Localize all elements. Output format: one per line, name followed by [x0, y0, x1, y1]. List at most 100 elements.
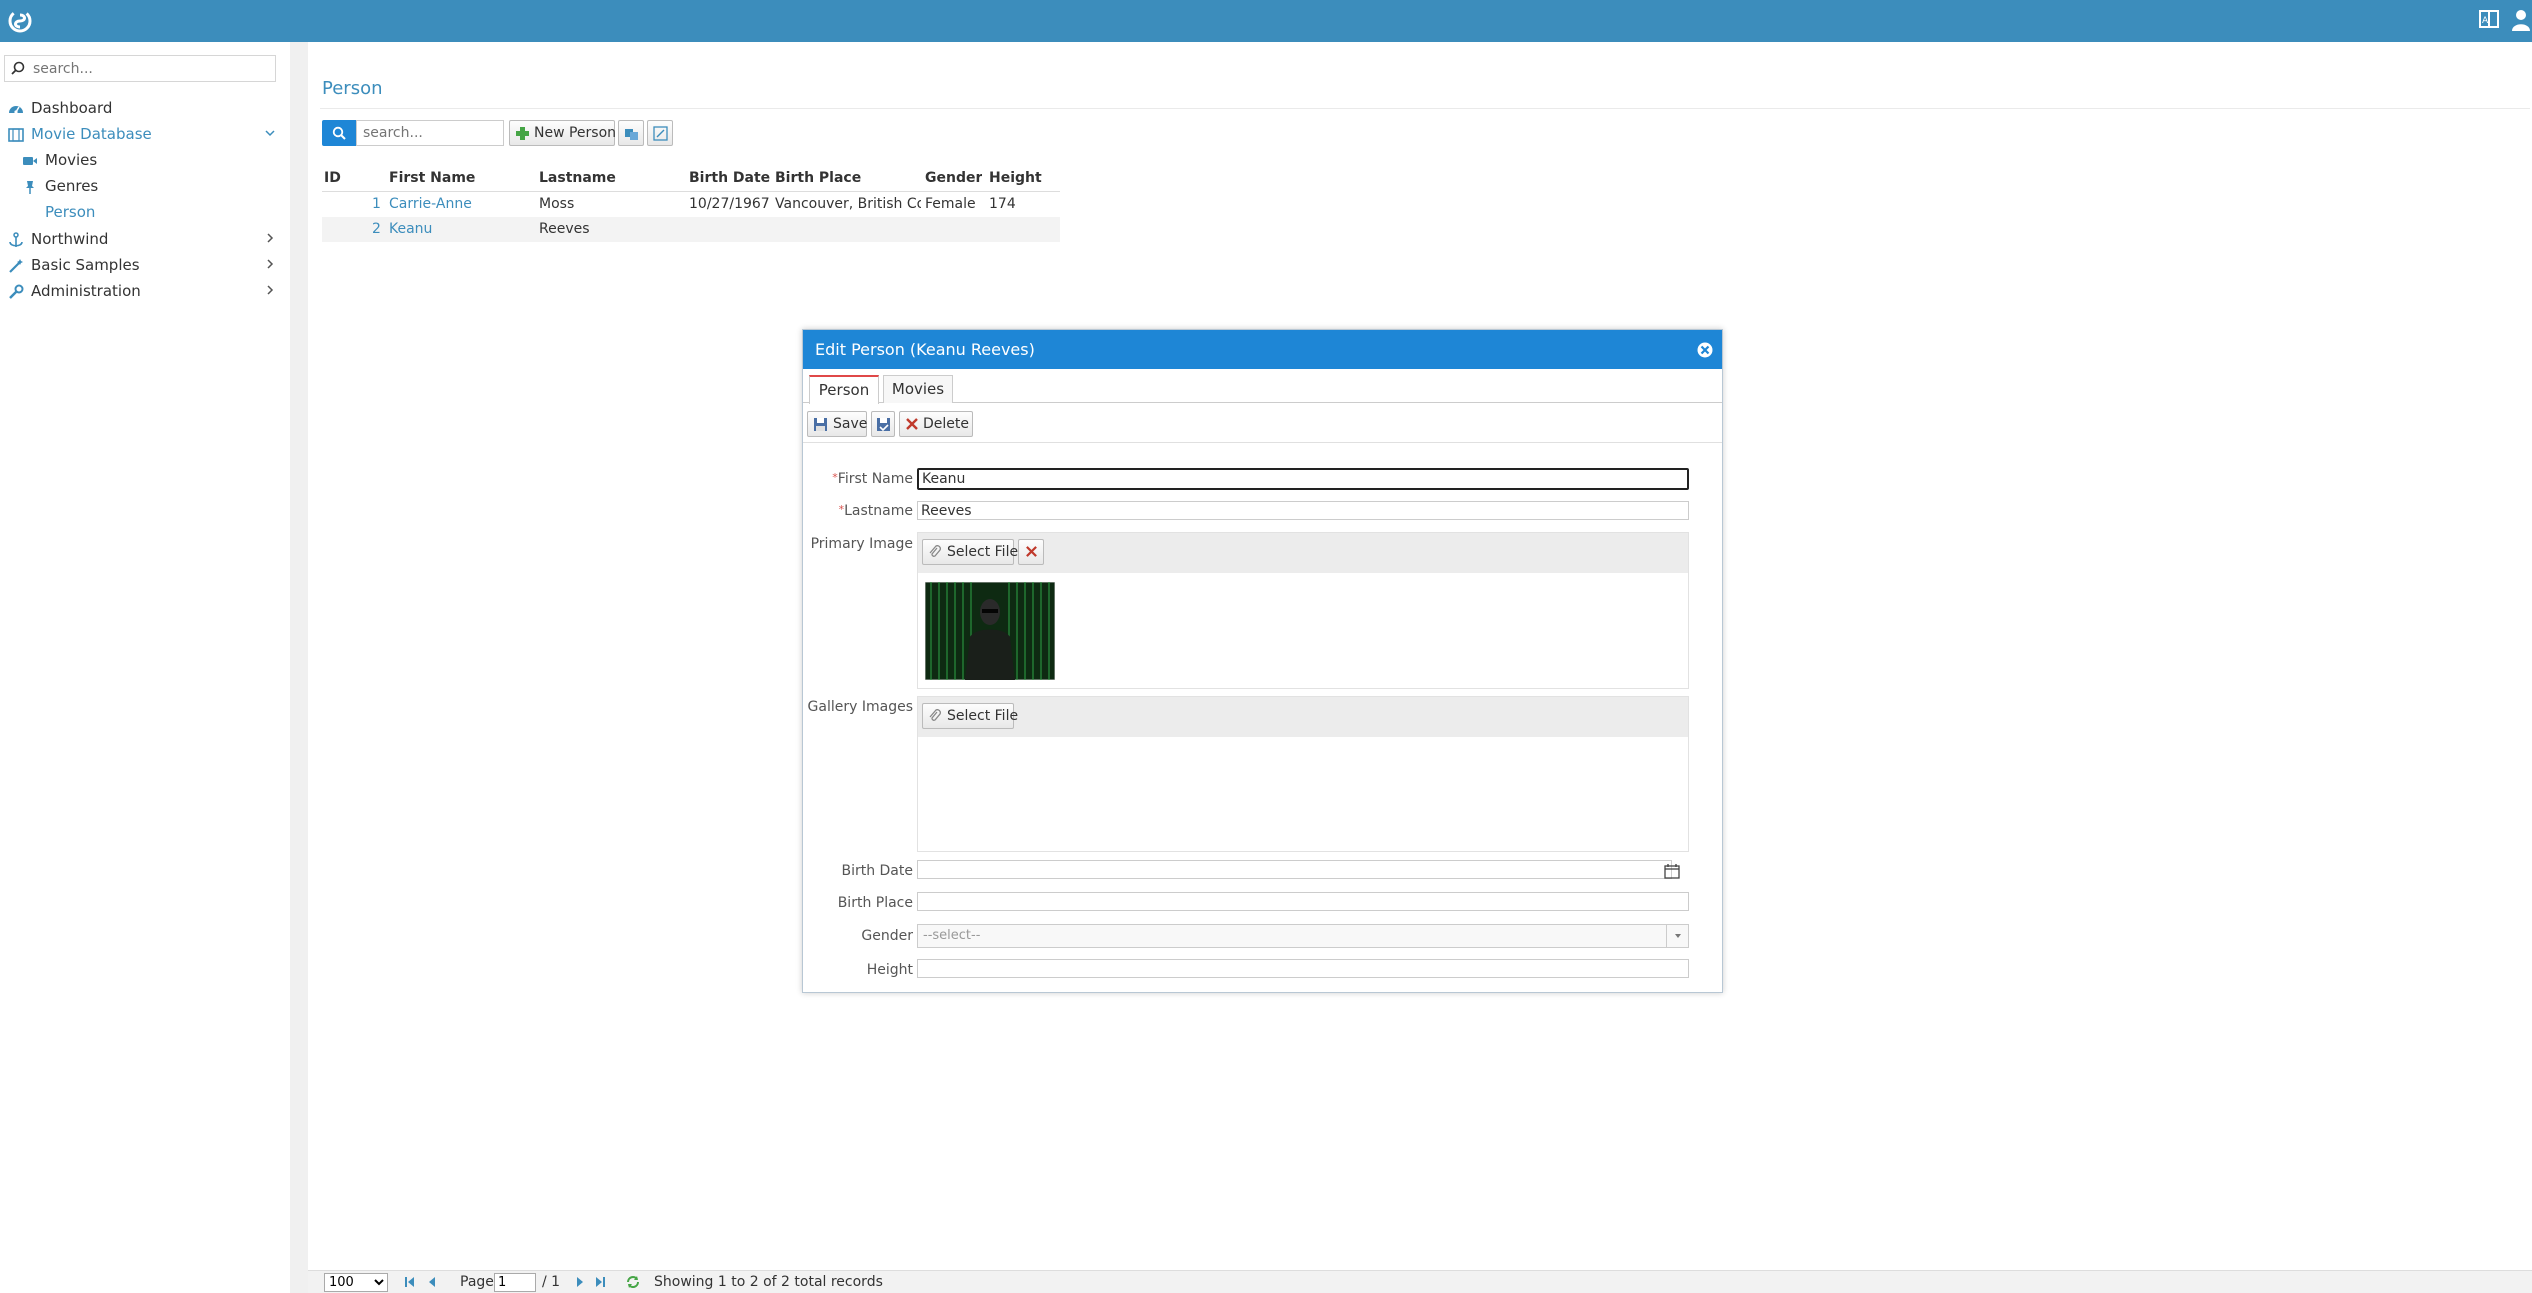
save-close-icon [877, 418, 890, 432]
grid-pager: 100 Page / 1 Showing 1 to 2 of 2 total r… [308, 1270, 2532, 1293]
gallery-images-label: Gallery Images [807, 699, 913, 715]
pin-icon [26, 181, 34, 194]
cell-birth-place: Vancouver, British Col... [775, 196, 921, 212]
primary-image-upload: Select File [917, 532, 1689, 689]
edit-person-dialog: Edit Person (Keanu Reeves) Person Movies… [802, 329, 1723, 993]
column-header-gender[interactable]: Gender [925, 166, 982, 191]
paperclip-icon [929, 709, 941, 721]
film-icon [8, 128, 24, 142]
sidebar-item-administration[interactable]: Administration [0, 278, 290, 304]
sidebar-item-label: Administration [31, 282, 141, 300]
column-header-birth-place[interactable]: Birth Place [775, 166, 861, 191]
birth-place-label: Birth Place [837, 895, 913, 911]
person-thumbnail-image[interactable] [925, 582, 1055, 680]
grid-search-input[interactable] [356, 120, 504, 146]
sidebar-search-input[interactable] [33, 58, 269, 79]
grid-search-button[interactable] [322, 120, 356, 146]
sidebar-search[interactable] [4, 55, 276, 82]
cell-lastname: Reeves [539, 221, 590, 237]
delete-icon [906, 418, 918, 430]
gallery-images-upload: Select File [917, 696, 1689, 852]
cell-id[interactable]: 2 [372, 217, 381, 242]
delete-icon [1026, 546, 1037, 557]
previous-page-icon[interactable] [426, 1276, 438, 1288]
search-icon [332, 126, 346, 140]
chevron-right-icon [267, 233, 274, 243]
remove-file-button[interactable] [1018, 539, 1044, 565]
gender-placeholder: --select-- [923, 928, 981, 943]
first-name-field[interactable] [917, 468, 1689, 490]
table-row[interactable]: 1 Carrie-Anne Moss 10/27/1967 Vancouver,… [322, 192, 1060, 217]
page-number-input[interactable] [494, 1273, 536, 1292]
sidebar-item-person[interactable]: Person [0, 199, 290, 225]
cell-first-name-link[interactable]: Carrie-Anne [389, 192, 472, 217]
column-header-birth-date[interactable]: Birth Date [689, 166, 770, 191]
column-picker-icon [653, 126, 668, 141]
chevron-down-icon [265, 130, 275, 137]
page-title: Person [322, 78, 383, 99]
sidebar-item-movie-database[interactable]: Movie Database [0, 121, 290, 147]
sidebar-item-label: Movies [45, 151, 98, 169]
column-header-lastname[interactable]: Lastname [539, 166, 616, 191]
birth-place-field[interactable] [917, 892, 1689, 911]
save-icon [814, 418, 827, 431]
height-field[interactable] [917, 959, 1689, 978]
primary-image-label: Primary Image [810, 536, 913, 552]
page-size-select[interactable]: 100 [324, 1273, 388, 1292]
dropdown-arrow[interactable] [1666, 925, 1688, 947]
select-file-button[interactable]: Select File [922, 539, 1018, 565]
wrench-icon [9, 284, 24, 299]
birth-date-row [803, 860, 1722, 882]
plus-icon [516, 127, 529, 140]
cell-first-name-link[interactable]: Keanu [389, 217, 432, 242]
save-button[interactable]: Save [807, 411, 867, 437]
sidebar-item-movies[interactable]: Movies [0, 147, 290, 173]
dashboard-icon [9, 106, 23, 114]
svg-text:A: A [2482, 16, 2489, 26]
translate-icon[interactable]: A [2478, 8, 2500, 30]
title-divider [320, 108, 2530, 109]
select-file-button[interactable]: Select File [922, 703, 1018, 729]
sidebar-item-label: Basic Samples [31, 256, 140, 274]
calendar-icon[interactable] [1664, 863, 1680, 879]
close-icon[interactable] [1697, 342, 1713, 358]
tab-person[interactable]: Person [809, 375, 879, 404]
next-page-icon[interactable] [574, 1276, 586, 1288]
tab-movies[interactable]: Movies [883, 375, 953, 403]
delete-button[interactable]: Delete [899, 411, 973, 437]
dialog-title: Edit Person (Keanu Reeves) [803, 330, 1722, 369]
sidebar-item-label: Dashboard [31, 99, 113, 117]
cell-gender: Female [925, 196, 976, 212]
reload-icon[interactable] [626, 1275, 640, 1289]
sidebar-item-genres[interactable]: Genres [0, 173, 290, 199]
new-person-button[interactable]: New Person [509, 120, 616, 146]
gender-select[interactable]: --select-- [917, 924, 1689, 948]
total-pages: / 1 [542, 1274, 561, 1290]
lastname-field[interactable] [917, 501, 1689, 520]
column-header-height[interactable]: Height [989, 166, 1042, 191]
cell-id[interactable]: 1 [372, 192, 381, 217]
column-picker-button[interactable] [647, 120, 673, 146]
apply-changes-button[interactable] [871, 411, 895, 437]
last-page-icon[interactable] [594, 1276, 606, 1288]
height-label: Height [866, 962, 913, 978]
upload-toolbar: Select File [918, 533, 1688, 573]
cell-birth-date: 10/27/1967 [689, 196, 770, 212]
column-header-first-name[interactable]: First Name [389, 166, 475, 191]
refresh-button[interactable] [618, 120, 644, 146]
serenity-logo-icon[interactable] [4, 5, 36, 37]
paperclip-icon [929, 545, 941, 557]
dialog-tabs: Person Movies [803, 369, 1722, 404]
sidebar-item-label: Northwind [31, 230, 109, 248]
first-page-icon[interactable] [404, 1276, 416, 1288]
user-icon[interactable] [2510, 8, 2532, 32]
sidebar-item-basic-samples[interactable]: Basic Samples [0, 252, 290, 278]
birth-date-field[interactable] [917, 860, 1672, 879]
sidebar: Dashboard Movie Database Movies Genres P… [0, 42, 290, 1293]
anchor-icon [9, 232, 23, 247]
sidebar-item-dashboard[interactable]: Dashboard [0, 95, 290, 121]
chevron-right-icon [267, 259, 274, 269]
sidebar-item-northwind[interactable]: Northwind [0, 226, 290, 252]
column-header-id[interactable]: ID [324, 166, 341, 191]
table-row[interactable]: 2 Keanu Reeves [322, 217, 1060, 242]
